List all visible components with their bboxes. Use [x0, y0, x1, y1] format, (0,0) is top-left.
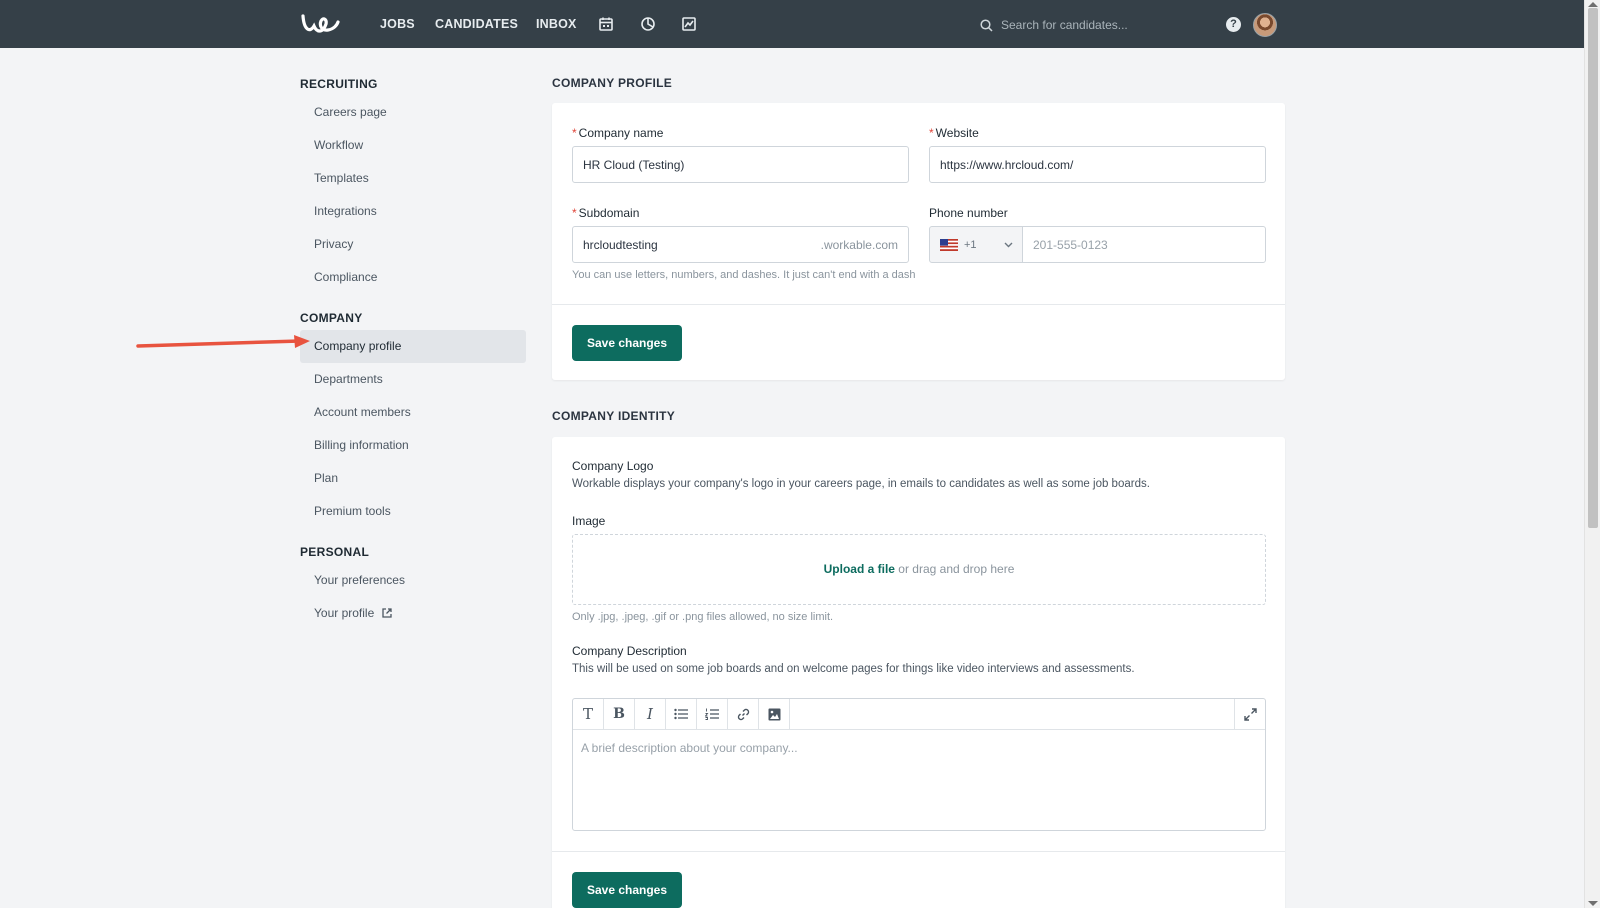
- subdomain-hint: You can use letters, numbers, and dashes…: [572, 269, 916, 281]
- page-scrollbar[interactable]: [1584, 0, 1600, 908]
- nav-candidates[interactable]: CANDIDATES: [435, 17, 518, 31]
- company-logo-description: Workable displays your company's logo in…: [572, 478, 1150, 490]
- country-code-select[interactable]: +1: [929, 226, 1023, 263]
- italic-icon[interactable]: I: [635, 699, 666, 729]
- phone-number-field[interactable]: 201-555-0123: [1022, 226, 1266, 263]
- search-input[interactable]: [1001, 18, 1171, 32]
- candidate-search[interactable]: [980, 14, 1180, 36]
- sidebar-item-integrations[interactable]: Integrations: [300, 195, 526, 228]
- sidebar-item-billing-information[interactable]: Billing information: [300, 429, 526, 462]
- phone-label: Phone number: [929, 206, 1008, 220]
- scroll-down-icon[interactable]: [1588, 901, 1598, 906]
- help-icon[interactable]: ?: [1226, 17, 1241, 32]
- sidebar-heading-recruiting: RECRUITING: [300, 77, 378, 91]
- sidebar-item-company-profile[interactable]: Company profile: [300, 330, 526, 363]
- subdomain-value: hrcloudtesting: [583, 237, 658, 252]
- company-name-field[interactable]: HR Cloud (Testing): [572, 146, 909, 183]
- scroll-thumb[interactable]: [1588, 8, 1598, 528]
- section-title-company-identity: COMPANY IDENTITY: [552, 409, 676, 423]
- sidebar-item-premium-tools[interactable]: Premium tools: [300, 495, 526, 528]
- search-icon: [980, 18, 993, 32]
- country-code: +1: [964, 238, 977, 251]
- company-description-help: This will be used on some job boards and…: [572, 663, 1135, 675]
- company-logo-label: Company Logo: [572, 459, 654, 473]
- sidebar-item-plan[interactable]: Plan: [300, 462, 526, 495]
- insert-image-icon[interactable]: [759, 699, 790, 729]
- sidebar-item-careers-page[interactable]: Careers page: [300, 96, 526, 129]
- subdomain-field[interactable]: hrcloudtesting .workable.com: [572, 226, 909, 263]
- company-description-label: Company Description: [572, 644, 687, 658]
- user-avatar[interactable]: [1253, 13, 1277, 37]
- calendar-icon[interactable]: [598, 16, 614, 32]
- scroll-up-icon[interactable]: [1588, 2, 1598, 7]
- website-label: * Website: [929, 126, 979, 140]
- sidebar-heading-company: COMPANY: [300, 311, 363, 325]
- workable-logo-icon[interactable]: [300, 12, 340, 36]
- sidebar-item-workflow[interactable]: Workflow: [300, 129, 526, 162]
- sidebar-item-privacy[interactable]: Privacy: [300, 228, 526, 261]
- sidebar-item-your-profile[interactable]: Your profile: [300, 597, 526, 630]
- sidebar-item-departments[interactable]: Departments: [300, 363, 526, 396]
- sidebar-item-compliance[interactable]: Compliance: [300, 261, 526, 294]
- nav-inbox[interactable]: INBOX: [536, 17, 577, 31]
- description-placeholder: A brief description about your company..…: [581, 741, 798, 755]
- reports-icon[interactable]: [681, 16, 697, 32]
- save-changes-button[interactable]: Save changes: [572, 872, 682, 908]
- card-divider: [552, 304, 1285, 305]
- sidebar-item-templates[interactable]: Templates: [300, 162, 526, 195]
- save-changes-button[interactable]: Save changes: [572, 325, 682, 361]
- card-divider: [552, 851, 1285, 852]
- section-title-company-profile: COMPANY PROFILE: [552, 76, 673, 90]
- image-hint: Only .jpg, .jpeg, .gif or .png files all…: [572, 611, 834, 623]
- company-identity-card: Company Logo Workable displays your comp…: [552, 437, 1285, 908]
- numbered-list-icon[interactable]: [697, 699, 728, 729]
- company-name-label: * Company name: [572, 126, 664, 140]
- annotation-arrow-icon: [136, 335, 310, 348]
- image-dropzone[interactable]: Upload a file or drag and drop here: [572, 534, 1266, 605]
- bold-icon[interactable]: B: [604, 699, 635, 729]
- editor-toolbar: T B I: [573, 699, 1265, 730]
- sidebar-item-account-members[interactable]: Account members: [300, 396, 526, 429]
- sidebar-item-your-preferences[interactable]: Your preferences: [300, 564, 526, 597]
- subdomain-label: * Subdomain: [572, 206, 640, 220]
- settings-sidebar: RECRUITING Careers page Workflow Templat…: [300, 72, 526, 630]
- sidebar-item-label: Your profile: [314, 606, 375, 620]
- description-editor[interactable]: T B I A brief description about your com…: [572, 698, 1266, 831]
- text-style-icon[interactable]: T: [573, 699, 604, 729]
- nav-jobs[interactable]: JOBS: [380, 17, 415, 31]
- dropzone-text: or drag and drop here: [894, 562, 1015, 576]
- company-profile-card: * Company name HR Cloud (Testing) * Websit…: [552, 103, 1285, 380]
- top-navbar: JOBS CANDIDATES INBOX ?: [0, 0, 1584, 48]
- website-field[interactable]: https://www.hrcloud.com/: [929, 146, 1266, 183]
- pie-chart-icon[interactable]: [640, 16, 656, 32]
- external-link-icon: [381, 608, 392, 618]
- link-icon[interactable]: [728, 699, 759, 729]
- bullet-list-icon[interactable]: [666, 699, 697, 729]
- sidebar-heading-personal: PERSONAL: [300, 545, 370, 559]
- us-flag-icon: [940, 238, 958, 251]
- fullscreen-icon[interactable]: [1234, 699, 1265, 729]
- chevron-down-icon: [1004, 242, 1013, 248]
- upload-file-link[interactable]: Upload a file: [824, 562, 895, 576]
- image-label: Image: [572, 514, 606, 528]
- subdomain-suffix: .workable.com: [820, 238, 898, 252]
